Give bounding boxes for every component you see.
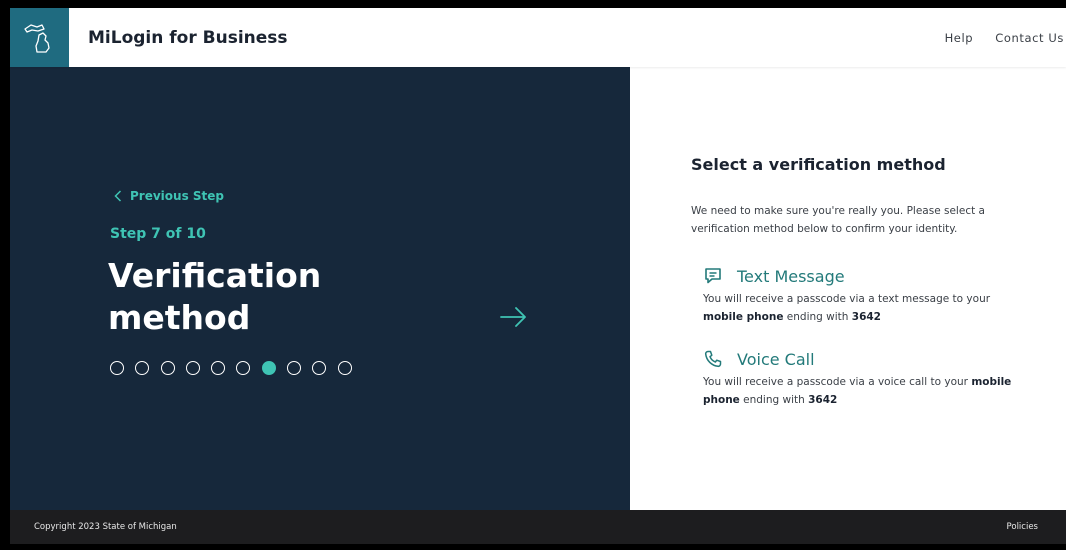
phone-suffix: 3642 (808, 394, 838, 406)
header: MiLogin for Business Help Contact Us (10, 8, 1066, 67)
option-text: You will receive a passcode via a text m… (703, 293, 991, 305)
step-dot (211, 361, 226, 375)
header-nav: Help Contact Us (923, 8, 1066, 67)
page-title-line-2: method (108, 298, 251, 337)
michigan-map-icon (23, 23, 50, 53)
previous-step-link[interactable]: Previous Step (114, 189, 224, 203)
step-dot (337, 361, 352, 375)
option-text-bold: mobile phone (703, 311, 784, 323)
voice-call-label: Voice Call (737, 349, 815, 369)
contact-us-link[interactable]: Contact Us (995, 31, 1064, 45)
step-progress-dots (110, 361, 363, 375)
text-message-label: Text Message (737, 266, 845, 286)
step-dot (135, 361, 150, 375)
step-dot (185, 361, 200, 375)
phone-icon (704, 350, 722, 368)
arrow-right-icon[interactable] (499, 305, 529, 329)
previous-step-label: Previous Step (130, 189, 225, 203)
step-dot (287, 361, 302, 375)
footer: Copyright 2023 State of Michigan Policie… (10, 510, 1066, 544)
step-dot (160, 361, 175, 375)
michigan-logo[interactable] (10, 8, 69, 67)
voice-call-description: You will receive a passcode via a voice … (703, 373, 1033, 409)
step-indicator: Step 7 of 10 (110, 226, 206, 242)
verification-panel: Select a verification method We need to … (630, 67, 1066, 510)
page-title-line-1: Verification (108, 256, 322, 295)
step-panel: Previous Step Step 7 of 10 Verification … (10, 67, 630, 510)
step-dot-active (261, 361, 276, 375)
text-message-option[interactable]: Text Message You will receive a passcode… (703, 265, 1033, 326)
site-title: MiLogin for Business (88, 28, 288, 48)
option-header: Voice Call (703, 348, 1033, 370)
step-dot (110, 361, 124, 375)
app-frame: MiLogin for Business Help Contact Us Pre… (10, 8, 1066, 544)
page-title: Verification method (108, 255, 468, 339)
copyright-text: Copyright 2023 State of Michigan (34, 522, 177, 532)
chevron-left-icon (114, 190, 122, 202)
voice-call-option[interactable]: Voice Call You will receive a passcode v… (703, 348, 1033, 409)
text-message-description: You will receive a passcode via a text m… (703, 290, 1033, 326)
option-text: You will receive a passcode via a voice … (703, 376, 972, 388)
step-dot (312, 361, 327, 375)
option-text: ending with (783, 311, 852, 323)
section-heading: Select a verification method (691, 155, 946, 174)
section-description: We need to make sure you're really you. … (691, 205, 985, 235)
option-header: Text Message (703, 265, 1033, 287)
step-dot (236, 361, 251, 375)
help-link[interactable]: Help (945, 31, 974, 45)
option-text: ending with (739, 394, 809, 406)
phone-suffix: 3642 (851, 311, 881, 323)
policies-link[interactable]: Policies (1007, 510, 1038, 544)
message-icon (705, 268, 721, 284)
